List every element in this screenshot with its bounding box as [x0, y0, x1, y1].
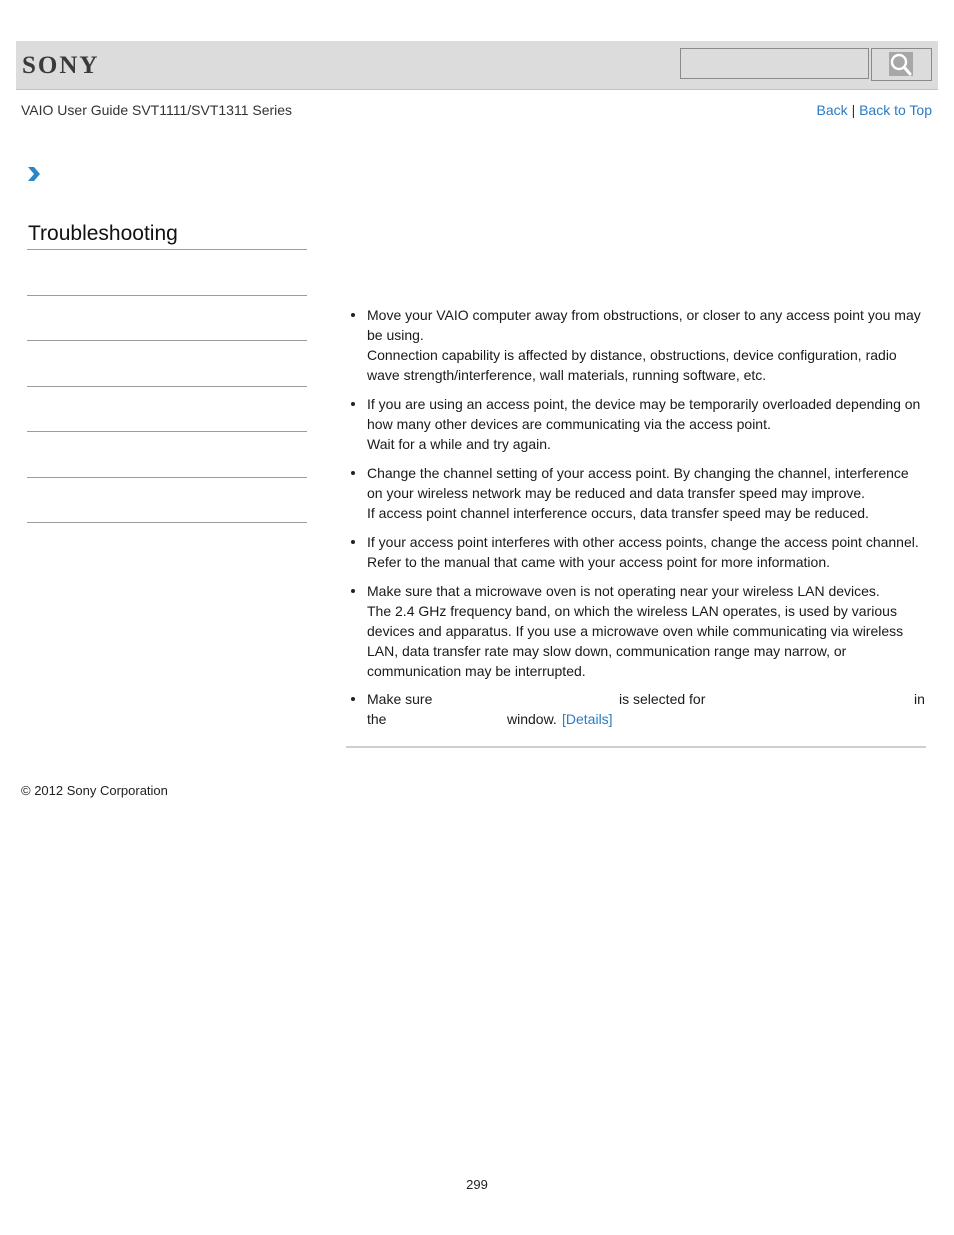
tip-detail: Wait for a while and try again. — [367, 436, 551, 452]
tip-text: Move your VAIO computer away from obstru… — [367, 307, 921, 343]
section-title: Troubleshooting — [28, 222, 178, 245]
tips-list: Move your VAIO computer away from obstru… — [346, 305, 926, 681]
tip-text-fragment: is selected for — [619, 691, 706, 707]
main-content: Move your VAIO computer away from obstru… — [346, 305, 926, 690]
list-item: Make sure that a microwave oven is not o… — [346, 581, 926, 681]
list-item: If your access point interferes with oth… — [346, 532, 926, 572]
tip-text-fragment: in — [914, 691, 925, 707]
list-item: Change the channel setting of your acces… — [346, 463, 926, 523]
bullet-icon — [351, 402, 355, 406]
tip-detail: If access point channel interference occ… — [367, 505, 869, 521]
sidebar-item-divider — [27, 477, 307, 478]
bullet-icon — [351, 697, 355, 701]
list-item: Make sure is selected for in the window.… — [346, 689, 926, 729]
sidebar-title-divider — [27, 249, 307, 250]
tip-text-fragment: window. — [507, 711, 557, 727]
list-item: Move your VAIO computer away from obstru… — [346, 305, 926, 385]
sidebar-item-divider — [27, 431, 307, 432]
link-separator: | — [851, 102, 856, 118]
tip-detail: The 2.4 GHz frequency band, on which the… — [367, 603, 904, 679]
tip-detail: Refer to the manual that came with your … — [367, 554, 830, 570]
tip-text-fragment: Make sure — [367, 691, 433, 707]
sidebar-item-divider — [27, 386, 307, 387]
sidebar-item-divider — [27, 522, 307, 523]
tip-text: If you are using an access point, the de… — [367, 396, 921, 432]
content-divider — [346, 746, 926, 748]
tip-text: Make sure that a microwave oven is not o… — [367, 583, 880, 599]
sidebar-item-divider — [27, 340, 307, 341]
bullet-icon — [351, 589, 355, 593]
chevron-right-icon[interactable] — [27, 166, 41, 182]
back-to-top-link[interactable]: Back to Top — [859, 102, 932, 118]
sidebar-item-divider — [27, 295, 307, 296]
copyright: © 2012 Sony Corporation — [21, 783, 168, 798]
magnifier-icon — [889, 52, 913, 76]
list-item: If you are using an access point, the de… — [346, 394, 926, 454]
tip-detail: Connection capability is affected by dis… — [367, 347, 897, 383]
bullet-icon — [351, 471, 355, 475]
search-button[interactable] — [871, 48, 932, 81]
details-link[interactable]: [Details] — [562, 709, 613, 729]
page-number: 299 — [466, 1177, 488, 1192]
sony-logo: SONY — [22, 52, 100, 79]
site-header: SONY — [16, 41, 938, 90]
back-link[interactable]: Back — [817, 102, 848, 118]
search-input[interactable] — [680, 48, 869, 79]
bullet-icon — [351, 313, 355, 317]
bullet-icon — [351, 540, 355, 544]
guide-title: VAIO User Guide SVT1111/SVT1311 Series — [21, 102, 293, 118]
tip-text-fragment: the — [367, 711, 387, 727]
top-navigation: Back | Back to Top — [817, 102, 932, 118]
tip-text: Change the channel setting of your acces… — [367, 465, 909, 501]
tip-text: If your access point interferes with oth… — [367, 534, 919, 550]
